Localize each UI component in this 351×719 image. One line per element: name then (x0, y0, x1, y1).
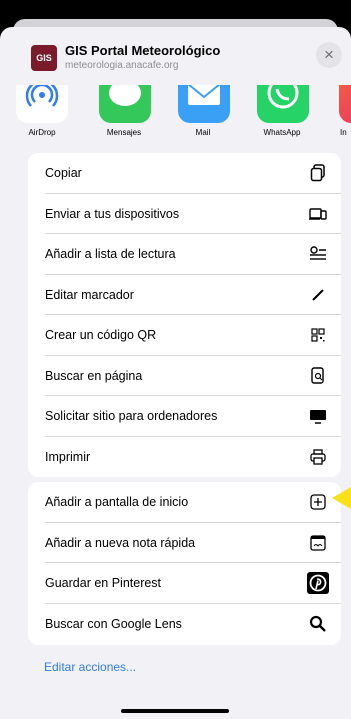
reading-list-icon (307, 243, 329, 265)
close-button[interactable]: × (316, 42, 342, 68)
action-editar-marcador[interactable]: Editar marcador (28, 275, 341, 315)
pencil-icon (307, 284, 329, 306)
app-label: In (340, 128, 347, 137)
find-in-page-icon (307, 365, 329, 387)
action-nota-rapida[interactable]: Añadir a nueva nota rápida (28, 523, 341, 563)
devices-icon (307, 203, 329, 225)
app-label: AirDrop (28, 128, 56, 137)
actions-group-primary: Copiar Enviar a tus dispositivos Añadir … (28, 153, 341, 477)
add-square-icon (307, 491, 329, 513)
action-label: Añadir a lista de lectura (45, 247, 176, 262)
quick-note-icon (307, 532, 329, 554)
qr-code-icon (307, 324, 329, 346)
action-pantalla-inicio[interactable]: Añadir a pantalla de inicio (28, 482, 341, 523)
action-buscar-pagina[interactable]: Buscar en página (28, 356, 341, 396)
action-label: Buscar con Google Lens (45, 616, 182, 631)
messages-icon (99, 85, 151, 123)
close-icon: × (324, 45, 334, 64)
site-title: GIS Portal Meteorológico (65, 43, 221, 58)
whatsapp-icon (257, 85, 309, 123)
action-codigo-qr[interactable]: Crear un código QR (28, 315, 341, 356)
airdrop-icon (16, 85, 68, 123)
app-label: Mensajes (106, 128, 142, 137)
action-sitio-ordenadores[interactable]: Solicitar sitio para ordenadores (28, 396, 341, 437)
highlight-arrow-icon (332, 487, 351, 509)
action-label: Añadir a nueva nota rápida (45, 535, 196, 550)
mail-icon (178, 85, 230, 123)
action-label: Crear un código QR (45, 328, 157, 343)
instagram-icon (339, 85, 351, 123)
action-label: Editar marcador (45, 287, 134, 302)
action-label: Imprimir (45, 449, 91, 464)
action-pinterest[interactable]: Guardar en Pinterest (28, 563, 341, 604)
home-indicator (121, 709, 229, 713)
copy-icon (307, 162, 329, 184)
action-imprimir[interactable]: Imprimir (28, 437, 341, 478)
action-label: Añadir a pantalla de inicio (45, 495, 189, 510)
action-google-lens[interactable]: Buscar con Google Lens (28, 604, 341, 645)
share-apps-row: AirDrop Mensajes Mail WhatsApp In (0, 85, 351, 145)
action-label: Buscar en página (45, 368, 143, 383)
action-label: Solicitar sitio para ordenadores (45, 409, 218, 424)
action-label: Guardar en Pinterest (45, 576, 162, 591)
site-domain: meteorologia.anacafe.org (65, 60, 179, 71)
site-favicon: GIS (31, 45, 57, 71)
edit-actions-link[interactable]: Editar acciones... (44, 660, 136, 674)
desktop-icon (307, 405, 329, 427)
action-copiar[interactable]: Copiar (28, 153, 341, 194)
pinterest-icon (307, 572, 329, 595)
action-label: Enviar a tus dispositivos (45, 206, 180, 221)
action-enviar-dispositivos[interactable]: Enviar a tus dispositivos (28, 194, 341, 234)
action-lista-lectura[interactable]: Añadir a lista de lectura (28, 234, 341, 275)
share-header: GIS GIS Portal Meteorológico meteorologi… (0, 27, 351, 85)
actions-group-secondary: Añadir a pantalla de inicio Añadir a nue… (28, 482, 341, 645)
action-label: Copiar (45, 166, 82, 181)
printer-icon (307, 446, 329, 468)
search-icon (307, 613, 329, 635)
app-label: Mail (195, 128, 211, 137)
share-sheet: GIS GIS Portal Meteorológico meteorologi… (0, 27, 351, 719)
app-label: WhatsApp (263, 128, 301, 137)
